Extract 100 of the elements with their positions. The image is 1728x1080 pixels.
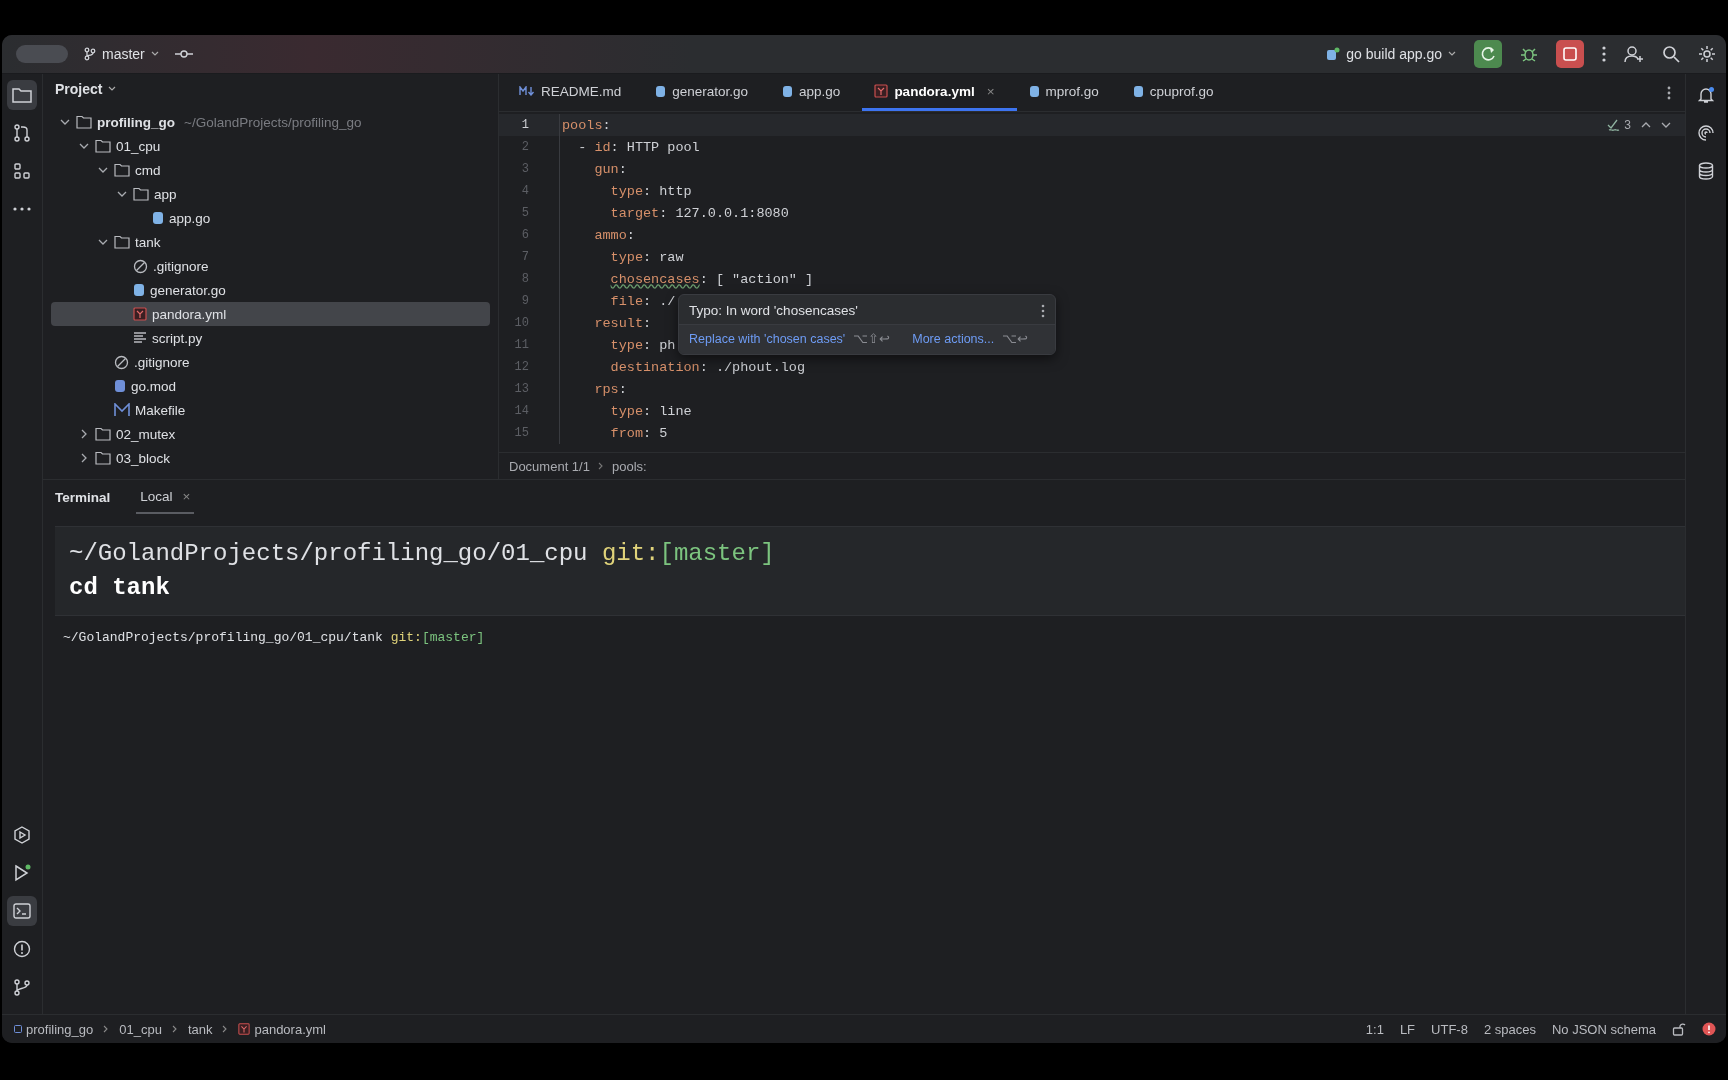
line-number: 14 xyxy=(513,404,529,418)
rerun-button[interactable] xyxy=(1474,40,1502,68)
tree-item[interactable]: script.py xyxy=(51,326,490,350)
status-item[interactable]: No JSON schema xyxy=(1551,1021,1656,1037)
prompt-line: ~/GolandProjects/profiling_go/01_cpu/tank git:[master] xyxy=(63,630,486,645)
quick-fix-link[interactable]: Replace with 'chosen cases' xyxy=(689,331,846,346)
code-line: ammo: xyxy=(593,227,635,243)
branch-button[interactable]: master xyxy=(84,46,159,62)
inspection-count[interactable]: 3 xyxy=(1607,118,1631,132)
folder-icon xyxy=(114,163,130,177)
breadcrumb-item[interactable]: pandora.yml xyxy=(238,1021,326,1037)
project-view-dropdown[interactable]: Project xyxy=(55,81,117,97)
chevron-icon[interactable] xyxy=(79,453,89,463)
tree-item[interactable]: 01_cpu xyxy=(51,134,490,158)
pull-request-icon xyxy=(13,124,31,142)
editor-tab[interactable]: pandora.yml × xyxy=(862,74,1017,111)
tree-item[interactable]: tank xyxy=(51,230,490,254)
file-icon xyxy=(1028,84,1040,98)
file-icon xyxy=(1326,47,1341,61)
breadcrumb-item[interactable]: pools: xyxy=(611,458,647,474)
text-file-icon xyxy=(133,332,147,344)
code-line: file: ./ xyxy=(609,293,676,309)
tree-item[interactable]: profiling_go ~/GolandProjects/profiling_go xyxy=(51,110,490,134)
code-line: chosencases: [ "action" ] xyxy=(609,271,814,287)
tree-item[interactable]: 03_block xyxy=(51,446,490,470)
tree-item[interactable]: Makefile xyxy=(51,398,490,422)
tree-item[interactable]: app xyxy=(51,182,490,206)
line-number: 2 xyxy=(520,140,529,154)
more-icon[interactable] xyxy=(1602,46,1606,62)
run-config-button[interactable]: go build app.go xyxy=(1326,46,1456,62)
error-icon[interactable] xyxy=(1702,1022,1716,1036)
tree-item[interactable]: .gitignore xyxy=(51,254,490,278)
tree-item[interactable]: go.mod xyxy=(51,374,490,398)
file-icon xyxy=(152,211,164,225)
breadcrumb-item[interactable]: tank xyxy=(187,1021,213,1037)
chevron-icon[interactable] xyxy=(117,189,127,199)
quick-fix-link[interactable]: More actions... xyxy=(912,331,995,346)
services-icon xyxy=(13,826,31,844)
chevron-icon[interactable] xyxy=(79,429,89,439)
editor-tab[interactable]: cpuprof.go xyxy=(1120,74,1236,111)
line-number: 13 xyxy=(513,382,529,396)
status-item[interactable]: UTF-8 xyxy=(1431,1021,1468,1037)
debug-icon[interactable] xyxy=(1520,45,1538,63)
branch-icon xyxy=(84,47,96,61)
chevron-icon xyxy=(597,462,604,470)
file-icon xyxy=(782,84,794,98)
line-number: 11 xyxy=(513,338,529,352)
chevron-icon[interactable] xyxy=(60,117,70,127)
project-tool-button[interactable] xyxy=(7,80,37,110)
lock-icon[interactable] xyxy=(1672,1022,1686,1036)
tree-item[interactable]: 02_mutex xyxy=(51,422,490,446)
problems-icon xyxy=(13,940,31,958)
yaml-file-icon xyxy=(874,84,889,98)
add-user-icon[interactable] xyxy=(1624,45,1644,63)
status-item[interactable]: LF xyxy=(1399,1021,1416,1037)
search-icon[interactable] xyxy=(1662,45,1680,63)
spiral-icon xyxy=(1697,124,1715,142)
editor-tab[interactable]: README.md xyxy=(507,74,644,111)
tree-item[interactable]: .gitignore xyxy=(51,350,490,374)
line-number: 1 xyxy=(520,118,529,132)
breadcrumb-item[interactable]: 01_cpu xyxy=(119,1021,162,1037)
more-icon[interactable] xyxy=(1667,86,1671,100)
line-number: 12 xyxy=(513,360,529,374)
yaml-file-icon xyxy=(238,1023,251,1035)
editor-tab[interactable]: app.go xyxy=(770,74,863,111)
run-icon xyxy=(13,864,31,882)
chevron-icon[interactable] xyxy=(98,165,108,175)
terminal-tab[interactable]: Local × xyxy=(136,480,195,514)
chevron-icon[interactable] xyxy=(79,141,89,151)
more-icon[interactable] xyxy=(1041,303,1045,318)
folder-icon xyxy=(95,427,111,441)
caret-icon xyxy=(150,51,159,57)
code-line: destination: ./phout.log xyxy=(609,359,806,375)
breadcrumb-item[interactable]: profiling_go xyxy=(14,1021,94,1037)
tree-item[interactable]: app.go xyxy=(51,206,490,230)
commit-icon[interactable] xyxy=(174,49,193,59)
tree-item[interactable]: pandora.yml xyxy=(51,302,490,326)
status-item[interactable]: 2 spaces xyxy=(1483,1021,1536,1037)
command-text: cd tank xyxy=(69,573,171,603)
close-tab-button[interactable]: × xyxy=(182,488,191,504)
chevron-icon[interactable] xyxy=(98,237,108,247)
stop-button[interactable] xyxy=(1556,40,1584,68)
caret-icon xyxy=(1448,51,1456,57)
yaml-file-icon xyxy=(133,307,147,321)
status-item[interactable]: 1:1 xyxy=(1365,1021,1384,1037)
editor-tab[interactable]: generator.go xyxy=(643,74,771,111)
folder-icon xyxy=(76,115,92,129)
close-tab-button[interactable]: × xyxy=(986,83,995,99)
project-path: ~/GolandProjects/profiling_go xyxy=(184,114,362,130)
terminal-tool-button[interactable] xyxy=(7,896,37,926)
tree-item[interactable]: generator.go xyxy=(51,278,490,302)
tree-item[interactable]: cmd xyxy=(51,158,490,182)
terminal-title: Terminal xyxy=(55,489,111,505)
line-number: 15 xyxy=(513,426,529,440)
settings-icon[interactable] xyxy=(1698,45,1716,63)
structure-icon xyxy=(13,162,31,180)
editor-tab[interactable]: mprof.go xyxy=(1016,74,1121,111)
breadcrumb-item[interactable]: Document 1/1 xyxy=(509,458,590,474)
code-line: target: 127.0.0.1:8080 xyxy=(609,205,789,221)
folder-icon xyxy=(95,451,111,465)
